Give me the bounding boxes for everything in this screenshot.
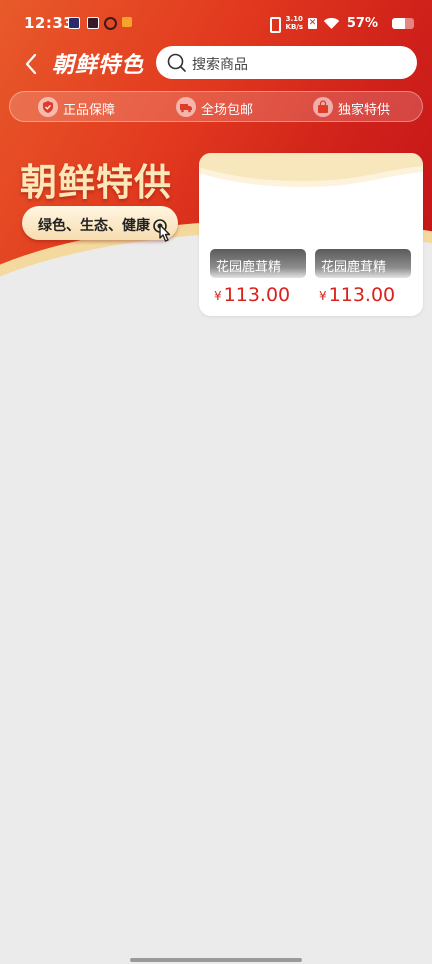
battery-percent: 57% xyxy=(346,16,378,31)
product-name-bar: 花园鹿茸精 xyxy=(315,249,411,278)
guarantee-label: 全场包邮 xyxy=(201,103,254,118)
search-icon xyxy=(167,53,186,72)
price-value: 113.00 xyxy=(328,284,396,306)
battery-icon xyxy=(392,18,414,29)
vibrate-icon xyxy=(270,17,281,33)
status-right-group: 3.10 KB/s ✕ 57% xyxy=(254,15,414,33)
guarantee-authentic: 正品保障 xyxy=(38,97,128,118)
hero-tagline: 绿色、生态、健康 xyxy=(38,218,150,234)
network-speed-value: 3.10 xyxy=(285,15,303,23)
link-app-icon xyxy=(104,17,117,30)
product-price: ¥113.00 xyxy=(214,284,290,306)
guarantee-exclusive: 独家特供 xyxy=(313,97,403,118)
product-panel: 花园鹿茸精 ¥113.00 花园鹿茸精 ¥113.00 xyxy=(199,153,423,316)
guarantee-bar: 正品保障 全场包邮 独家特供 xyxy=(9,91,423,122)
shield-check-icon xyxy=(38,97,58,117)
price-currency: ¥ xyxy=(319,289,327,303)
hero-headline: 朝鲜特供 xyxy=(20,160,172,204)
network-speed-unit: KB/s xyxy=(285,23,303,31)
guarantee-label: 正品保障 xyxy=(63,103,116,118)
gift-bag-icon xyxy=(313,97,333,117)
guarantee-label: 独家特供 xyxy=(338,103,391,118)
page-title: 朝鲜特色 xyxy=(52,53,145,78)
price-value: 113.00 xyxy=(223,284,291,306)
product-name-bar: 花园鹿茸精 xyxy=(210,249,306,278)
price-currency: ¥ xyxy=(214,289,222,303)
search-input[interactable]: 搜索商品 xyxy=(156,46,417,79)
network-speed: 3.10 KB/s xyxy=(286,15,303,31)
status-time: 12:33 xyxy=(24,14,75,32)
no-sim-icon: ✕ xyxy=(308,18,317,29)
wifi-icon xyxy=(323,17,340,29)
panel-wave-decoration xyxy=(199,153,423,193)
guarantee-free-shipping: 全场包邮 xyxy=(176,97,266,118)
truck-icon xyxy=(176,97,196,117)
home-indicator[interactable] xyxy=(130,958,302,962)
hand-pointer-icon xyxy=(153,219,171,242)
back-arrow-icon[interactable] xyxy=(18,50,46,78)
product-name: 花园鹿茸精 xyxy=(216,260,282,275)
video-app-icon xyxy=(68,17,80,29)
shopping-app-icon xyxy=(122,17,132,27)
battery-level-fill xyxy=(392,18,405,29)
product-name: 花园鹿茸精 xyxy=(321,260,387,275)
mail-app-icon xyxy=(87,17,99,29)
product-price: ¥113.00 xyxy=(319,284,395,306)
status-bar: 12:33 3.10 KB/s ✕ 57% xyxy=(0,0,432,50)
search-placeholder: 搜索商品 xyxy=(192,57,248,73)
